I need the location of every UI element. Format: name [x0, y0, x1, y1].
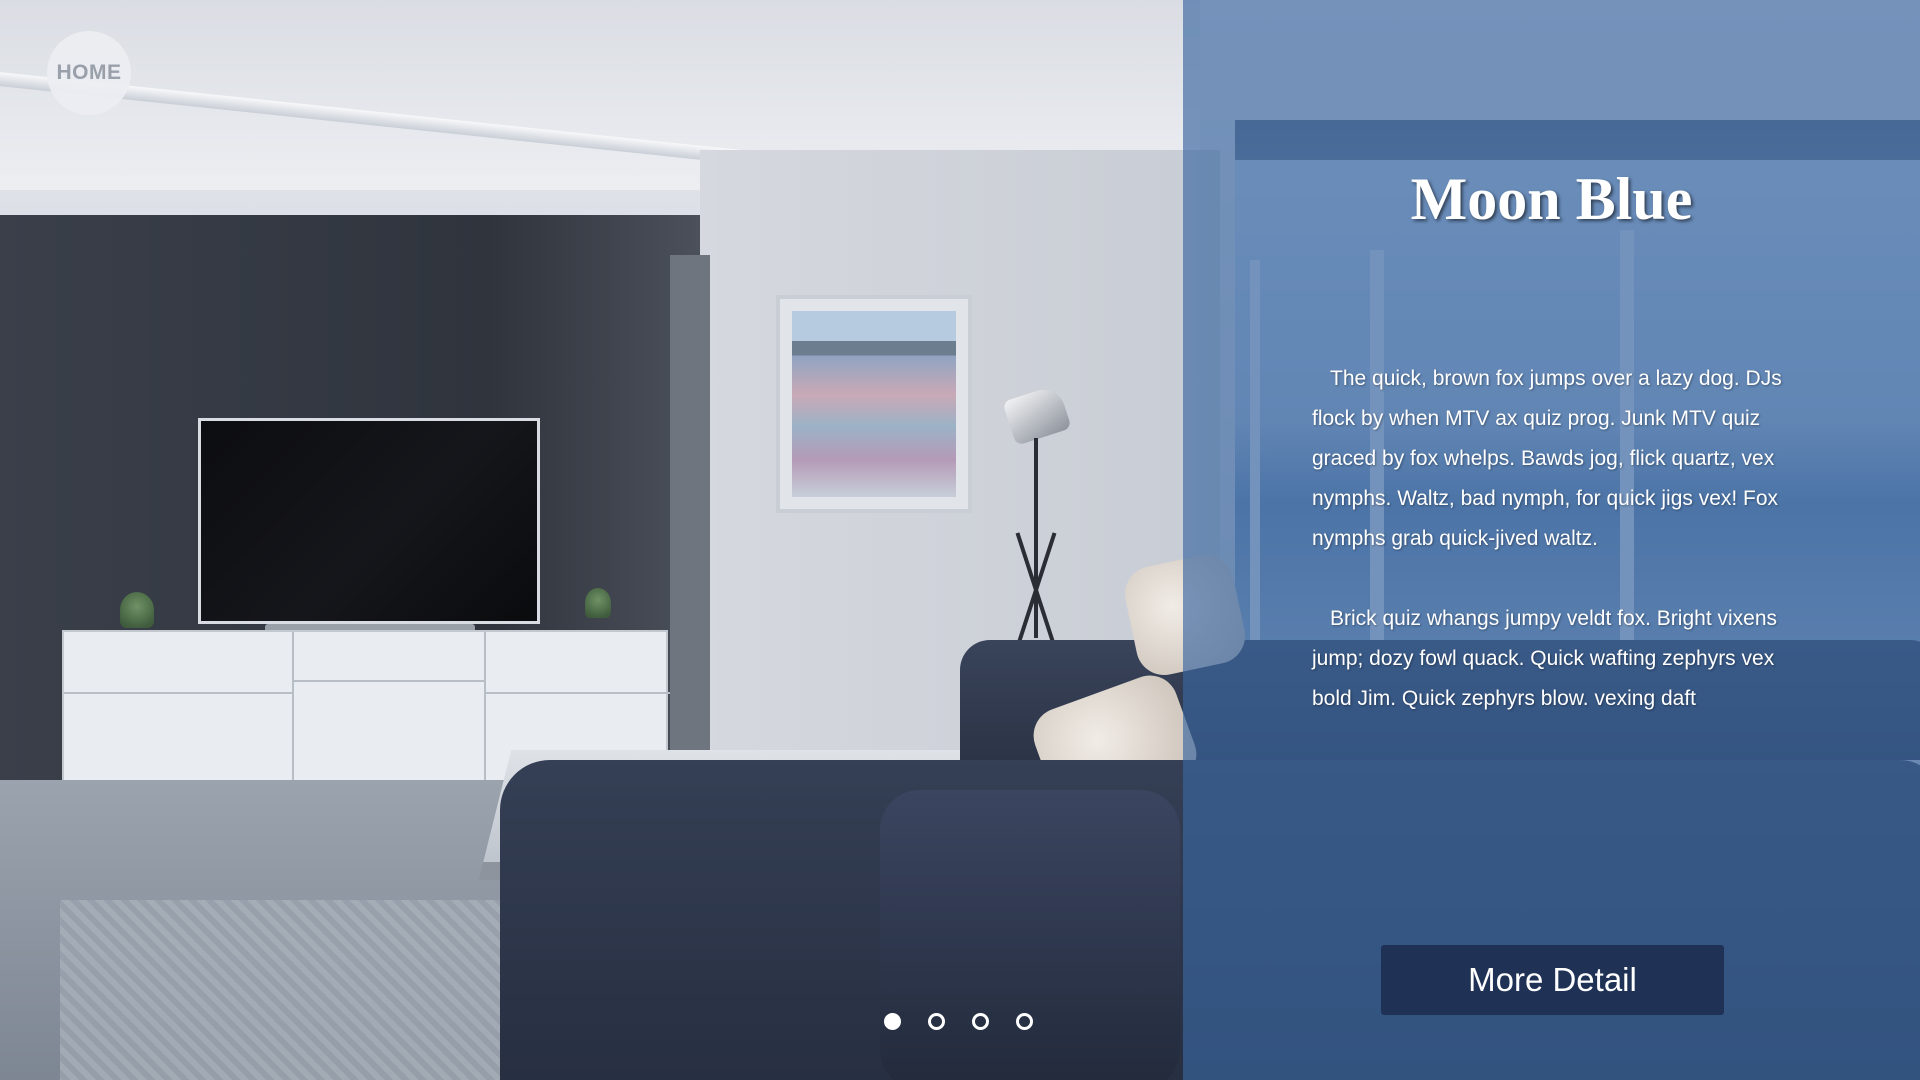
- home-button[interactable]: HOME: [47, 31, 131, 115]
- carousel-pagination: [884, 1013, 1033, 1030]
- description-paragraph-1: The quick, brown fox jumps over a lazy d…: [1312, 367, 1782, 550]
- tv: [198, 418, 540, 624]
- home-button-label: HOME: [56, 61, 122, 84]
- more-detail-label: More Detail: [1468, 961, 1637, 998]
- description-paragraph-2: Brick quiz whangs jumpy veldt fox. Brigh…: [1312, 607, 1778, 710]
- wall-painting: [776, 295, 972, 513]
- carousel-dot[interactable]: [928, 1013, 945, 1030]
- carousel-dot[interactable]: [972, 1013, 989, 1030]
- carousel-dot[interactable]: [884, 1013, 901, 1030]
- carousel-dot[interactable]: [1016, 1013, 1033, 1030]
- more-detail-button[interactable]: More Detail: [1381, 945, 1724, 1015]
- page-title: Moon Blue: [1410, 166, 1693, 232]
